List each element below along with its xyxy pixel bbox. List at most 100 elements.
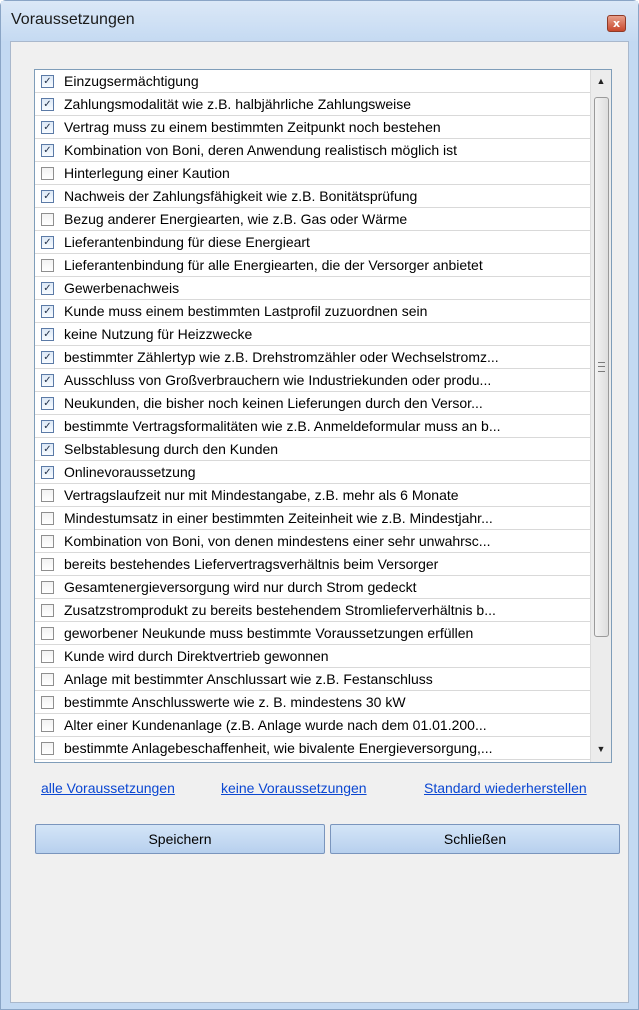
checklist-item-label: Kombination von Boni, von denen mindeste… <box>64 533 491 549</box>
checklist-row[interactable]: ✓ Lieferantenbindung für diese Energieart <box>35 231 590 254</box>
checkbox-checked[interactable]: ✓ <box>41 236 54 249</box>
checklist-row[interactable]: ✓ Onlinevoraussetzung <box>35 461 590 484</box>
checklist-item-label: Gewerbenachweis <box>64 280 180 296</box>
checkbox-unchecked[interactable] <box>41 604 54 617</box>
checklist-row[interactable]: geworbener Neukunde muss bestimmte Vorau… <box>35 622 590 645</box>
checkbox-checked[interactable]: ✓ <box>41 305 54 318</box>
checkbox-unchecked[interactable] <box>41 673 54 686</box>
checkbox-unchecked[interactable] <box>41 627 54 640</box>
checkbox-unchecked[interactable] <box>41 489 54 502</box>
checkbox-checked[interactable]: ✓ <box>41 351 54 364</box>
checklist-item-label: Hinterlegung einer Kaution <box>64 165 230 181</box>
select-all-link[interactable]: alle Voraussetzungen <box>41 780 175 796</box>
checkbox-checked[interactable]: ✓ <box>41 328 54 341</box>
checklist-row[interactable]: Bezug anderer Energiearten, wie z.B. Gas… <box>35 208 590 231</box>
checklist-item-label: Alter einer Kundenanlage (z.B. Anlage wu… <box>64 717 487 733</box>
checklist-item-label: Kunde muss einem bestimmten Lastprofil z… <box>64 303 428 319</box>
checklist-item-label: Anlage mit bestimmter Anschlussart wie z… <box>64 671 433 687</box>
checklist-row[interactable]: Kunde wird durch Direktvertrieb gewonnen <box>35 645 590 668</box>
checklist-row[interactable]: Kombination von Boni, von denen mindeste… <box>35 530 590 553</box>
checkbox-unchecked[interactable] <box>41 259 54 272</box>
checkbox-unchecked[interactable] <box>41 512 54 525</box>
checklist-item-label: Vertrag muss zu einem bestimmten Zeitpun… <box>64 119 441 135</box>
checklist-row[interactable]: Lieferantenbindung für alle Energiearten… <box>35 254 590 277</box>
checklist-row[interactable]: Hinterlegung einer Kaution <box>35 162 590 185</box>
checkbox-checked[interactable]: ✓ <box>41 282 54 295</box>
checkbox-checked[interactable]: ✓ <box>41 190 54 203</box>
checklist-row[interactable]: bestimmte Anschlusswerte wie z. B. minde… <box>35 691 590 714</box>
scroll-up-arrow-icon[interactable]: ▲ <box>591 72 611 90</box>
checklist-row[interactable]: Vertragslaufzeit nur mit Mindestangabe, … <box>35 484 590 507</box>
checklist-row[interactable]: ✓ Einzugsermächtigung <box>35 70 590 93</box>
checklist-row[interactable]: ✓ Kunde muss einem bestimmten Lastprofil … <box>35 300 590 323</box>
checklist-item-label: Neukunden, die bisher noch keinen Liefer… <box>64 395 483 411</box>
checklist-row[interactable]: ✓ Ausschluss von Großverbrauchern wie Ind… <box>35 369 590 392</box>
checklist-row[interactable]: Mindestumsatz in einer bestimmten Zeitei… <box>35 507 590 530</box>
checkbox-unchecked[interactable] <box>41 696 54 709</box>
checklist-item-label: Bezug anderer Energiearten, wie z.B. Gas… <box>64 211 408 227</box>
checkbox-checked[interactable]: ✓ <box>41 420 54 433</box>
checklist-item-label: Onlinevoraussetzung <box>64 464 196 480</box>
checklist-item-label: bestimmter Zählertyp wie z.B. Drehstromz… <box>64 349 499 365</box>
checklist-item-label: bestimmte Anlagebeschaffenheit, wie biva… <box>64 740 493 756</box>
checklist-row[interactable]: ✓ Gewerbenachweis <box>35 277 590 300</box>
window-title: Voraussetzungen <box>11 11 135 28</box>
checklist-row[interactable]: ✓ Vertrag muss zu einem bestimmten Zeitpu… <box>35 116 590 139</box>
checkbox-checked[interactable]: ✓ <box>41 98 54 111</box>
checkbox-unchecked[interactable] <box>41 719 54 732</box>
close-button[interactable]: Schließen <box>330 824 620 854</box>
checklist-row[interactable]: ✓ keine Nutzung für Heizzwecke <box>35 323 590 346</box>
close-window-button[interactable]: x <box>607 15 626 32</box>
checklist-row[interactable]: ✓ Zahlungsmodalität wie z.B. halbjährlich… <box>35 93 590 116</box>
checklist-row[interactable]: ✓ Nachweis der Zahlungsfähigkeit wie z.B.… <box>35 185 590 208</box>
checklist-item-label: Gesamtenergieversorgung wird nur durch S… <box>64 579 417 595</box>
checklist-row[interactable]: Anlage mit bestimmter Anschlussart wie z… <box>35 668 590 691</box>
checkbox-checked[interactable]: ✓ <box>41 374 54 387</box>
checklist-row[interactable]: Zusatzstromprodukt zu bereits bestehende… <box>35 599 590 622</box>
restore-default-link[interactable]: Standard wiederherstellen <box>424 780 587 796</box>
checkbox-unchecked[interactable] <box>41 650 54 663</box>
vertical-scrollbar[interactable]: ▲ ▼ <box>590 70 611 762</box>
grip-icon <box>598 362 605 372</box>
checklist-item-label: bestimmte Anschlusswerte wie z. B. minde… <box>64 694 406 710</box>
checkbox-checked[interactable]: ✓ <box>41 121 54 134</box>
checkbox-checked[interactable]: ✓ <box>41 397 54 410</box>
checklist-item-label: Kombination von Boni, deren Anwendung re… <box>64 142 458 158</box>
checkbox-unchecked[interactable] <box>41 535 54 548</box>
checklist-row[interactable]: ✓ bestimmter Zählertyp wie z.B. Drehstrom… <box>35 346 590 369</box>
checklist-row[interactable]: Alter einer Kundenanlage (z.B. Anlage wu… <box>35 714 590 737</box>
checkbox-checked[interactable]: ✓ <box>41 144 54 157</box>
scroll-down-arrow-icon[interactable]: ▼ <box>591 740 611 758</box>
checkbox-unchecked[interactable] <box>41 558 54 571</box>
checklist-row[interactable]: ✓ Kombination von Boni, deren Anwendung r… <box>35 139 590 162</box>
checklist-item-label: Zusatzstromprodukt zu bereits bestehende… <box>64 602 496 618</box>
checklist-item-label: keine Nutzung für Heizzwecke <box>64 326 253 342</box>
scrollbar-thumb[interactable] <box>594 97 609 637</box>
checklist-item-label: Ausschluss von Großverbrauchern wie Indu… <box>64 372 492 388</box>
dialog-content: ✓ Einzugsermächtigung ✓ Zahlungsmodalität w… <box>10 41 629 1003</box>
checkbox-checked[interactable]: ✓ <box>41 443 54 456</box>
checkbox-checked[interactable]: ✓ <box>41 75 54 88</box>
checklist-row[interactable]: ✓ bestimmte Vertragsformalitäten wie z.B.… <box>35 415 590 438</box>
dialog-window: Voraussetzungen x ✓ Einzugsermächtigung ✓ Z… <box>0 0 639 1010</box>
checkbox-checked[interactable]: ✓ <box>41 466 54 479</box>
checklist-item-label: Lieferantenbindung für alle Energiearten… <box>64 257 483 273</box>
checklist-row[interactable]: ✓ Neukunden, die bisher noch keinen Liefe… <box>35 392 590 415</box>
checkbox-unchecked[interactable] <box>41 742 54 755</box>
checklist-row[interactable]: bereits bestehendes Liefervertragsverhäl… <box>35 553 590 576</box>
title-bar[interactable]: Voraussetzungen x <box>1 1 638 41</box>
requirements-checklist[interactable]: ✓ Einzugsermächtigung ✓ Zahlungsmodalität w… <box>34 69 612 763</box>
checklist-row[interactable]: Gesamtenergieversorgung wird nur durch S… <box>35 576 590 599</box>
checklist-item-label: geworbener Neukunde muss bestimmte Vorau… <box>64 625 474 641</box>
save-button[interactable]: Speichern <box>35 824 325 854</box>
checkbox-unchecked[interactable] <box>41 167 54 180</box>
checklist-item-label: Zahlungsmodalität wie z.B. halbjährliche… <box>64 96 412 112</box>
checklist-item-label: Vertragslaufzeit nur mit Mindestangabe, … <box>64 487 459 503</box>
checklist-item-label: Kunde wird durch Direktvertrieb gewonnen <box>64 648 329 664</box>
checklist-row[interactable]: ✓ Selbstablesung durch den Kunden <box>35 438 590 461</box>
checkbox-unchecked[interactable] <box>41 581 54 594</box>
checkbox-unchecked[interactable] <box>41 213 54 226</box>
checklist-row[interactable]: bestimmte Anlagebeschaffenheit, wie biva… <box>35 737 590 760</box>
checklist-row[interactable]: Betriebsstundenbegrenzung z.B. max. 1500… <box>35 760 590 762</box>
select-none-link[interactable]: keine Voraussetzungen <box>221 780 367 796</box>
